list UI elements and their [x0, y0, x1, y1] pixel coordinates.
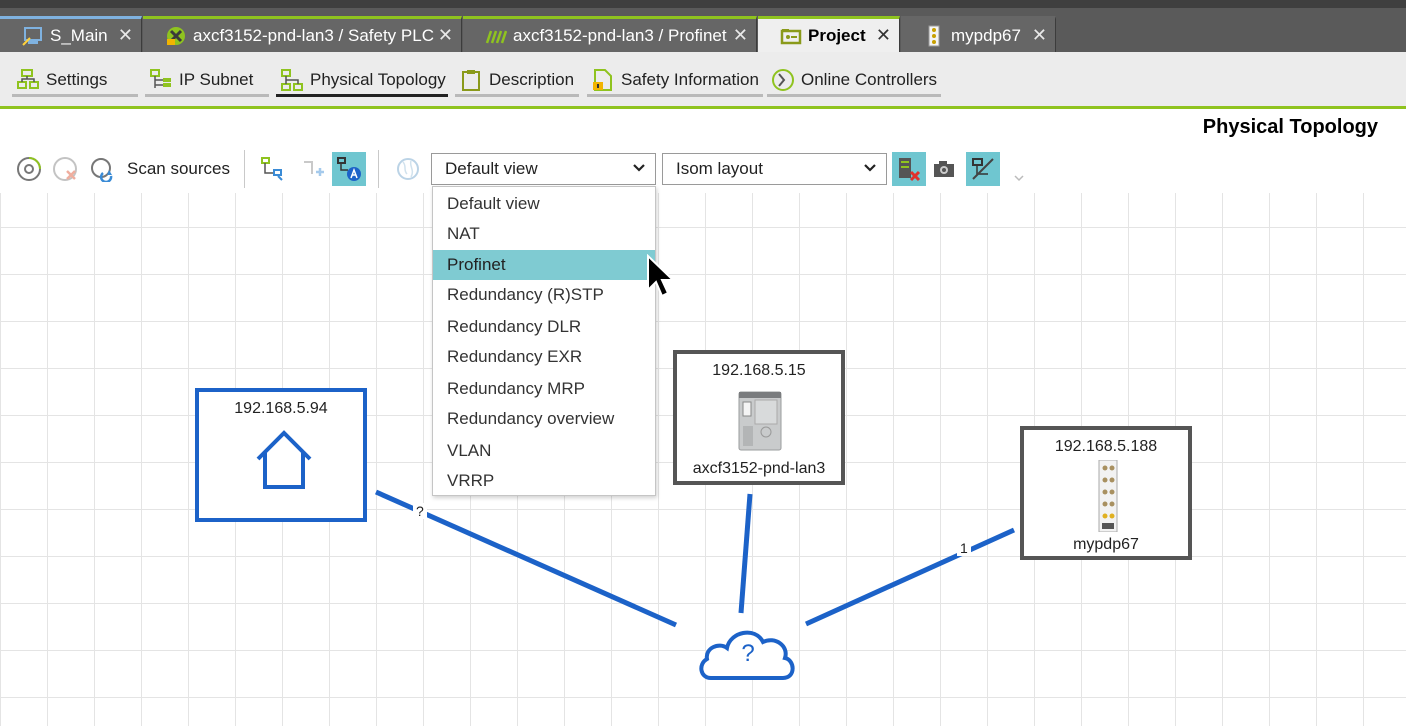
dropdown-item-default-view[interactable]: Default view — [433, 189, 655, 219]
dropdown-item-redundancy-mrp[interactable]: Redundancy MRP — [433, 374, 655, 404]
dropdown-item-vlan[interactable]: VLAN — [433, 436, 655, 466]
device-name: axcf3152-pnd-lan3 — [692, 460, 826, 477]
device-ip: 192.168.5.94 — [234, 400, 328, 417]
home-icon — [256, 430, 312, 489]
link-port-label: 1 — [957, 540, 971, 556]
plc-device-icon — [738, 391, 782, 451]
dropdown-item-redundancy-overview[interactable]: Redundancy overview — [433, 404, 655, 434]
dropdown-item-profinet[interactable]: Profinet — [433, 250, 655, 280]
cloud-label: ? — [741, 640, 755, 667]
network-cloud[interactable]: ? — [697, 622, 799, 684]
mouse-cursor-icon — [647, 254, 676, 298]
dropdown-item-vrrp[interactable]: VRRP — [433, 466, 655, 496]
io-module-device-icon — [1098, 460, 1118, 532]
device-name: mypdp67 — [1073, 536, 1139, 553]
device-node-mypdp67[interactable]: 192.168.5.188 mypdp67 — [1020, 426, 1192, 560]
dropdown-item-nat[interactable]: NAT — [433, 219, 655, 249]
view-dropdown-menu: Default view NAT Profinet Redundancy (R)… — [432, 186, 656, 496]
link-plc-cloud[interactable] — [738, 493, 753, 614]
dropdown-item-redundancy-dlr[interactable]: Redundancy DLR — [433, 312, 655, 342]
link-port-label: ? — [413, 503, 427, 519]
link-dp-cloud[interactable] — [804, 527, 1016, 627]
device-ip: 192.168.5.15 — [712, 362, 806, 379]
dropdown-item-redundancy-rstp[interactable]: Redundancy (R)STP — [433, 280, 655, 310]
dropdown-item-redundancy-exr[interactable]: Redundancy EXR — [433, 342, 655, 372]
device-node-plc[interactable]: 192.168.5.15 axcf3152-pnd-lan3 — [673, 350, 845, 485]
device-node-router[interactable]: 192.168.5.94 — [195, 388, 367, 522]
device-ip: 192.168.5.188 — [1054, 438, 1158, 455]
